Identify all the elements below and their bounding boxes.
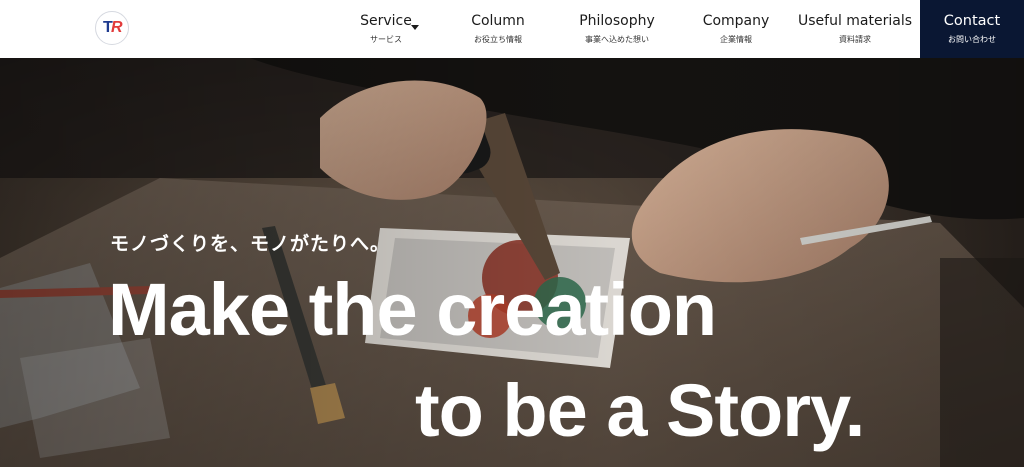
nav-sublabel: 事業へ込めた想い [585, 35, 649, 44]
nav-sublabel: サービス [370, 35, 402, 44]
logo-letter-r: R [111, 19, 123, 36]
nav-sublabel: 企業情報 [720, 35, 752, 44]
nav-sublabel: お役立ち情報 [474, 35, 522, 44]
nav-item-useful-materials[interactable]: Useful materials 資料請求 [796, 0, 914, 58]
contact-label: Contact [943, 13, 1001, 29]
hero-section: モノづくりを、モノがたりへ。 Make the creation to be a… [0, 58, 1024, 467]
nav-label: Philosophy [579, 13, 655, 29]
contact-sublabel: お問い合わせ [948, 35, 996, 44]
logo[interactable]: T R [95, 11, 129, 45]
nav-item-company[interactable]: Company 企業情報 [694, 0, 778, 58]
hero-headline-line-1: Make the creation [108, 268, 717, 351]
nav-label: Company [702, 13, 770, 29]
nav-item-philosophy[interactable]: Philosophy 事業へ込めた想い [571, 0, 663, 58]
nav-label: Useful materials [797, 13, 913, 29]
site-header: T R Service サービス Column お役立ち情報 Philosoph… [0, 0, 1024, 58]
hero-headline-line-2: to be a Story. [415, 369, 865, 452]
nav-label: Column [471, 13, 525, 29]
nav-item-column[interactable]: Column お役立ち情報 [458, 0, 538, 58]
nav-sublabel: 資料請求 [839, 35, 871, 44]
nav-item-service[interactable]: Service サービス [345, 0, 435, 58]
contact-button[interactable]: Contact お問い合わせ [920, 0, 1024, 58]
chevron-down-icon [411, 25, 419, 30]
hero-tagline: モノづくりを、モノがたりへ。 [110, 233, 391, 255]
